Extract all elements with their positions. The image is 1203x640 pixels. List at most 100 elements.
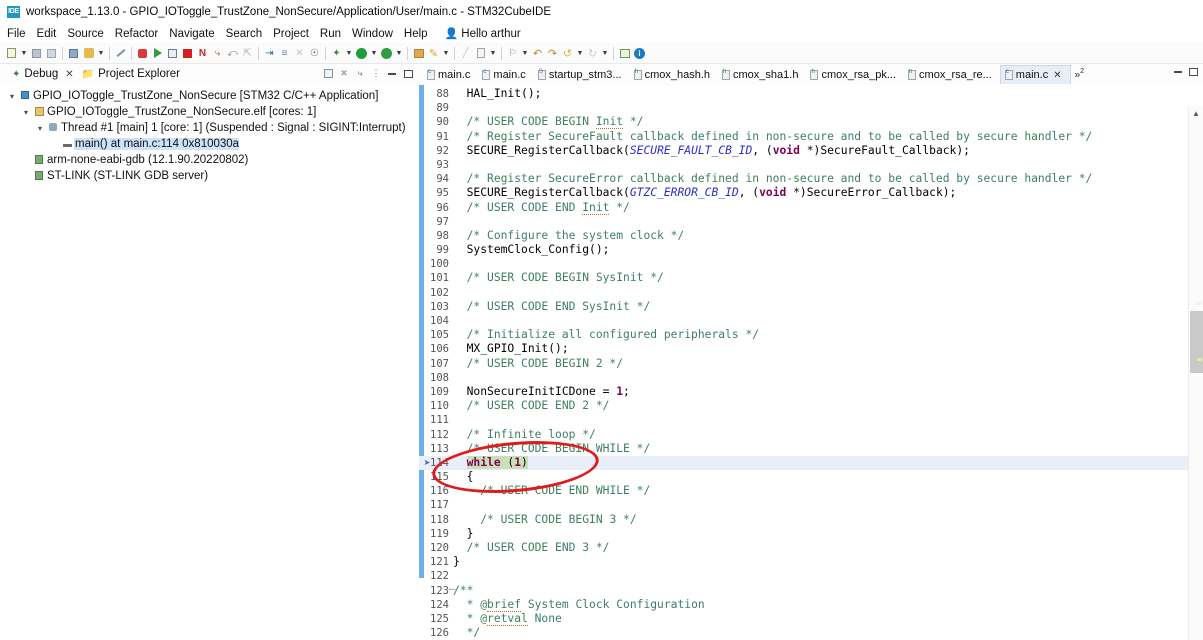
disconnect-icon[interactable]: N bbox=[195, 45, 210, 62]
tree-item[interactable]: ST-LINK (ST-LINK GDB server) bbox=[6, 168, 419, 184]
suspend-icon[interactable] bbox=[165, 45, 180, 62]
code-line[interactable]: 96 /* USER CODE END Init */ bbox=[419, 200, 1203, 215]
code-line[interactable]: 110 /* USER CODE END 2 */ bbox=[419, 399, 1203, 413]
skip-breakpoints-icon[interactable]: ✕ bbox=[292, 45, 307, 62]
menu-project[interactable]: Project bbox=[273, 28, 315, 40]
code-line[interactable]: 102 bbox=[419, 286, 1203, 300]
debug-config-icon[interactable] bbox=[379, 45, 394, 62]
annotation-caret[interactable]: ▼ bbox=[520, 45, 530, 62]
print-icon[interactable] bbox=[66, 45, 81, 62]
save-icon[interactable] bbox=[29, 45, 44, 62]
code-line[interactable]: 95 SECURE_RegisterCallback(GTZC_ERROR_CB… bbox=[419, 186, 1203, 200]
info-icon[interactable]: i bbox=[632, 45, 647, 62]
tree-item[interactable]: ▾ Thread #1 [main] 1 [core: 1] (Suspended… bbox=[6, 120, 419, 136]
editor-tab[interactable]: cmox_rsa_pk... bbox=[806, 65, 904, 84]
code-line[interactable]: 94 /* Register SecureError callback defi… bbox=[419, 172, 1203, 186]
step-return-icon[interactable]: ⇱ bbox=[240, 45, 255, 62]
editor-tab-active[interactable]: main.c ✕ bbox=[999, 65, 1071, 84]
chevron-down-icon[interactable]: ▾ bbox=[20, 108, 32, 117]
build-dropdown-caret[interactable]: ▼ bbox=[96, 45, 106, 62]
maximize-icon[interactable] bbox=[401, 66, 415, 81]
code-line[interactable]: 99 SystemClock_Config(); bbox=[419, 243, 1203, 257]
code-line[interactable]: 92 SECURE_RegisterCallback(SECURE_FAULT_… bbox=[419, 144, 1203, 158]
next-annotation-icon[interactable]: ⚐ bbox=[505, 45, 520, 62]
tree-item[interactable]: ▾ GPIO_IOToggle_TrustZone_NonSecure [STM3… bbox=[6, 88, 419, 104]
menu-window[interactable]: Window bbox=[352, 28, 399, 40]
back-icon[interactable]: ↶ bbox=[530, 45, 545, 62]
menu-file[interactable]: File bbox=[7, 28, 32, 40]
search-icon[interactable]: ✎ bbox=[426, 45, 441, 62]
code-line[interactable]: 89 bbox=[419, 101, 1203, 115]
external-tools-icon[interactable] bbox=[411, 45, 426, 62]
code-line[interactable]: 119 } bbox=[419, 527, 1203, 541]
menu-edit[interactable]: Edit bbox=[37, 28, 63, 40]
run-icon[interactable] bbox=[354, 45, 369, 62]
link-icon[interactable] bbox=[113, 45, 128, 62]
code-line[interactable]: 122 bbox=[419, 569, 1203, 583]
code-line[interactable]: 98 /* Configure the system clock */ bbox=[419, 229, 1203, 243]
code-line[interactable]: 124 * @brief System Clock Configuration bbox=[419, 597, 1203, 612]
code-viewport[interactable]: 88 HAL_Init(); 89 90 /* USER CODE BEGIN In… bbox=[419, 85, 1203, 640]
bookmark-icon[interactable] bbox=[473, 45, 488, 62]
scrollbar-thumb[interactable] bbox=[1190, 311, 1203, 373]
tab-project-explorer[interactable]: 📁 Project Explorer bbox=[78, 68, 184, 80]
editor-vertical-scrollbar[interactable]: ▲ ▼ bbox=[1188, 106, 1203, 640]
forward-icon[interactable]: ↷ bbox=[545, 45, 560, 62]
run-dropdown-caret[interactable]: ▼ bbox=[369, 45, 379, 62]
menu-source[interactable]: Source bbox=[67, 28, 109, 40]
save-all-icon[interactable] bbox=[44, 45, 59, 62]
tree-item[interactable]: ▾ GPIO_IOToggle_TrustZone_NonSecure.elf [… bbox=[6, 104, 419, 120]
code-line[interactable]: 101 /* USER CODE BEGIN SysInit */ bbox=[419, 271, 1203, 285]
editor-tab[interactable]: cmox_rsa_re... bbox=[904, 65, 1000, 84]
code-line[interactable]: 105 /* Initialize all configured periphe… bbox=[419, 328, 1203, 342]
new-window-icon[interactable] bbox=[617, 45, 632, 62]
step-into-icon[interactable]: ⤷ bbox=[210, 45, 225, 62]
tree-item[interactable]: main() at main.c:114 0x810030a bbox=[6, 136, 419, 152]
undo-caret[interactable]: ▼ bbox=[600, 45, 610, 62]
code-line[interactable]: 125 * @retval None bbox=[419, 611, 1203, 626]
code-line[interactable]: 118 /* USER CODE BEGIN 3 */ bbox=[419, 513, 1203, 527]
menu-refactor[interactable]: Refactor bbox=[115, 28, 164, 40]
debug-session-tree[interactable]: ▾ GPIO_IOToggle_TrustZone_NonSecure [STM3… bbox=[0, 84, 419, 184]
maximize-icon[interactable] bbox=[1187, 65, 1200, 79]
code-line[interactable]: 106 MX_GPIO_Init(); bbox=[419, 342, 1203, 356]
fold-marker-icon[interactable]: ─ bbox=[449, 584, 455, 594]
step-into-selection-icon[interactable]: ⇥ bbox=[262, 45, 277, 62]
terminate-icon[interactable] bbox=[180, 45, 195, 62]
editor-tab[interactable]: cmox_sha1.h bbox=[718, 65, 806, 84]
resume-icon[interactable] bbox=[150, 45, 165, 62]
code-line[interactable]: 90 /* USER CODE BEGIN Init */ bbox=[419, 115, 1203, 130]
instruction-stepping-icon[interactable]: ≡ bbox=[277, 45, 292, 62]
build-icon[interactable] bbox=[81, 45, 96, 62]
code-line[interactable]: 113 /* USER CODE BEGIN WHILE */ bbox=[419, 442, 1203, 456]
scroll-up-icon[interactable]: ▲ bbox=[1189, 106, 1203, 120]
disconnect-icon[interactable]: ✖ bbox=[337, 66, 351, 81]
code-line[interactable]: 121} bbox=[419, 555, 1203, 569]
collapse-all-icon[interactable] bbox=[321, 66, 335, 81]
minimize-icon[interactable] bbox=[385, 66, 399, 81]
code-line[interactable]: 88 HAL_Init(); bbox=[419, 87, 1203, 101]
bookmark-caret[interactable]: ▼ bbox=[488, 45, 498, 62]
code-line[interactable]: 109 NonSecureInitICDone = 1; bbox=[419, 385, 1203, 399]
code-line[interactable]: 112 /* Infinite loop */ bbox=[419, 428, 1203, 442]
tab-debug[interactable]: ✦ Debug ✕ bbox=[8, 68, 78, 80]
search-dropdown-caret[interactable]: ▼ bbox=[441, 45, 451, 62]
new-file-dropdown-caret[interactable]: ▼ bbox=[19, 45, 29, 62]
editor-tab-overflow[interactable]: »2 bbox=[1071, 68, 1088, 80]
new-file-icon[interactable] bbox=[4, 45, 19, 62]
code-line[interactable]: 111 bbox=[419, 413, 1203, 427]
tree-item[interactable]: arm-none-eabi-gdb (12.1.90.20220802) bbox=[6, 152, 419, 168]
debug-icon[interactable] bbox=[135, 45, 150, 62]
menu-navigate[interactable]: Navigate bbox=[169, 28, 220, 40]
code-line[interactable]: 91 /* Register SecureFault callback defi… bbox=[419, 130, 1203, 144]
debug-dropdown-caret[interactable]: ▼ bbox=[394, 45, 404, 62]
menu-search[interactable]: Search bbox=[226, 28, 268, 40]
code-line[interactable]: 104 bbox=[419, 314, 1203, 328]
code-line[interactable]: 97 bbox=[419, 215, 1203, 229]
step-over-icon[interactable]: ⤺ bbox=[225, 45, 240, 62]
user-account[interactable]: 👤 Hello arthur bbox=[445, 27, 521, 41]
editor-tab[interactable]: cmox_hash.h bbox=[630, 65, 718, 84]
code-line[interactable]: 120 /* USER CODE END 3 */ bbox=[419, 541, 1203, 555]
code-line[interactable]: 126 */ bbox=[419, 626, 1203, 640]
menu-help[interactable]: Help bbox=[404, 28, 434, 40]
